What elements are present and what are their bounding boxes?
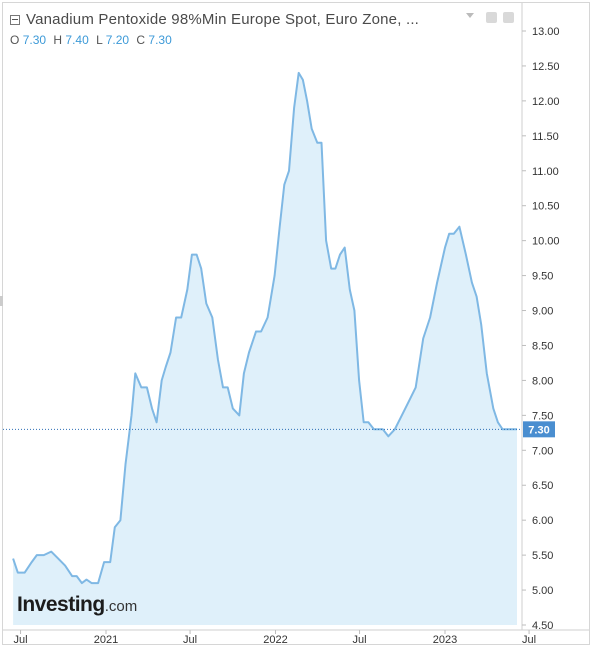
collapse-icon[interactable] [10,14,20,25]
open-label: O [10,33,20,47]
logo-text: Investing [17,593,105,616]
eye-icon[interactable] [486,12,497,23]
open-value: 7.30 [22,33,47,47]
y-tick-label: 4.50 [532,620,553,632]
x-tick-label: 2021 [94,634,118,646]
y-tick-label: 8.00 [532,375,553,387]
ohlc-readout: O 7.30 H 7.40 L 7.20 C 7.30 [10,33,176,47]
x-tick-label: Jul [522,634,536,646]
logo-suffix: .com [104,598,138,615]
x-tick-label: 2022 [263,634,287,646]
chart-header: Vanadium Pentoxide 98%Min Europe Spot, E… [10,11,419,28]
x-tick-label: Jul [183,634,197,646]
resize-handle[interactable] [0,296,3,306]
y-tick-label: 10.50 [532,201,560,213]
price-chart[interactable]: 13.00 12.50 12.00 11.50 11.00 10.50 10.00 9.50 9… [0,0,592,647]
chevron-down-icon[interactable] [466,13,474,18]
low-value: 7.20 [105,33,130,47]
y-tick-label: 8.50 [532,340,553,352]
y-tick-label: 5.50 [532,550,553,562]
y-tick-label: 9.00 [532,306,553,318]
high-label: H [53,33,63,47]
y-tick-label: 6.00 [532,515,553,527]
last-price-label: 7.30 [528,424,549,436]
x-tick-label: Jul [14,634,28,646]
close-label: C [136,33,146,47]
x-tick-label: 2023 [433,634,457,646]
y-tick-label: 7.00 [532,445,553,457]
y-tick-label: 5.00 [532,585,553,597]
x-tick-label: Jul [353,634,367,646]
high-value: 7.40 [65,33,89,47]
investing-logo: Investing.com [17,593,137,617]
close-value: 7.30 [148,33,172,47]
y-tick-label: 10.00 [532,236,560,248]
y-tick-label: 7.50 [532,410,553,422]
gear-icon[interactable] [503,12,514,23]
y-tick-label: 11.00 [532,166,559,178]
y-tick-label: 6.50 [532,480,553,492]
low-label: L [96,33,103,47]
y-tick-label: 12.00 [532,96,560,108]
y-tick-label: 11.50 [532,131,559,143]
chart-title: Vanadium Pentoxide 98%Min Europe Spot, E… [26,11,420,28]
y-tick-label: 12.50 [532,61,560,73]
series-area-fill [13,72,517,625]
y-tick-label: 13.00 [532,26,560,38]
y-tick-label: 9.50 [532,271,553,283]
